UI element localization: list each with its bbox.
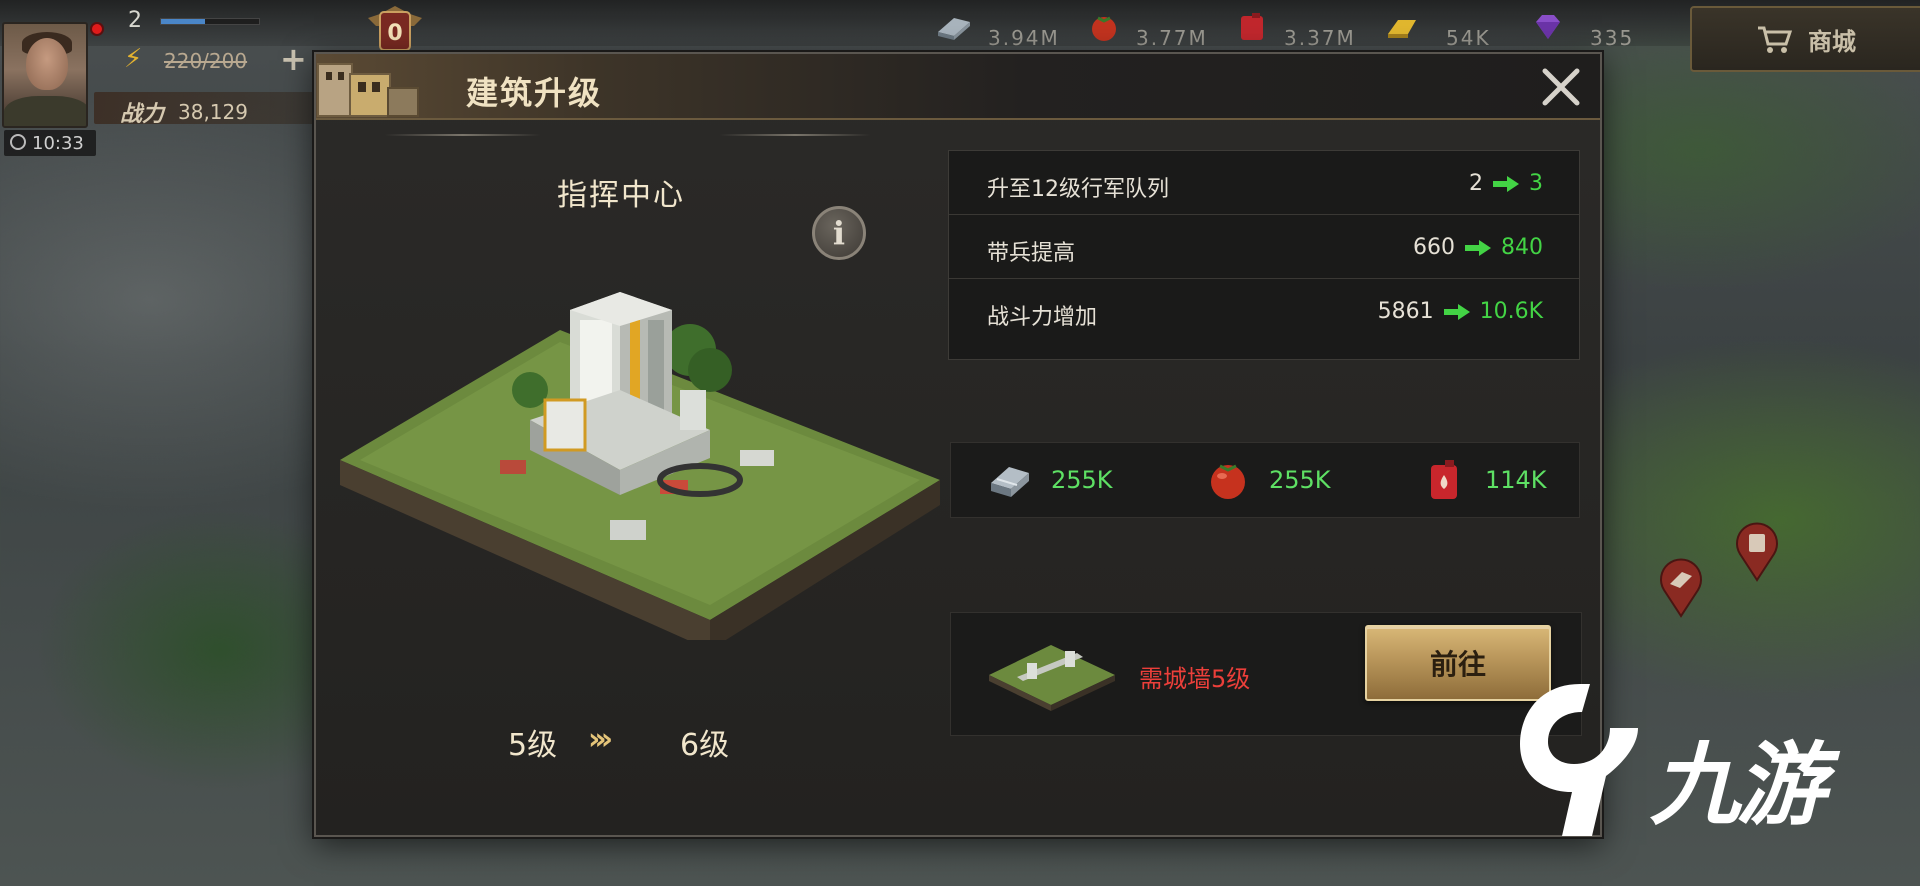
oil-amount: 3.37M	[1284, 26, 1356, 50]
steel-icon	[991, 467, 1029, 497]
cart-icon	[1758, 26, 1793, 53]
next-level: 6级	[680, 728, 730, 763]
stat-old: 2	[1469, 171, 1483, 196]
stat-row: 战斗力增加 5861 10.6K	[949, 279, 1579, 343]
clock-icon	[10, 134, 26, 150]
watermark-text: 九游	[1650, 733, 1826, 838]
arrow-right-icon	[1465, 239, 1491, 256]
add-energy-button[interactable]: +	[280, 40, 307, 78]
dialog-title: 建筑升级	[466, 74, 603, 112]
cost-value: 255K	[1269, 466, 1331, 494]
food-amount: 3.77M	[1136, 26, 1208, 50]
shop-button[interactable]: 商城	[1690, 6, 1920, 72]
xp-bar-fill	[161, 19, 206, 24]
lightning-icon: ⚡	[124, 44, 143, 74]
gem-icon	[1536, 15, 1560, 39]
cost-value: 255K	[1051, 466, 1113, 494]
notification-dot	[90, 22, 104, 36]
upgrade-stats-panel: 升至12级行军队列 2 3 带兵提高 660 840 战斗力增加 5861 10…	[948, 150, 1580, 360]
avatar-face	[26, 38, 68, 90]
arrow-right-icon	[1493, 175, 1519, 192]
stat-values: 5861 10.6K	[1378, 299, 1543, 324]
oil-icon	[1431, 460, 1457, 499]
requirement-text: 需城墙5级	[1139, 665, 1251, 693]
arrow-right-icon	[1443, 303, 1470, 320]
player-avatar[interactable]	[2, 22, 88, 128]
level-arrows-icon: ›››	[588, 722, 613, 757]
xp-bar	[160, 18, 260, 25]
steel-map-pin-icon[interactable]	[1656, 556, 1706, 618]
close-button[interactable]	[1536, 62, 1586, 112]
stat-new: 3	[1529, 171, 1543, 196]
power-label: 战力	[120, 102, 165, 127]
command-center-illustration	[340, 292, 940, 640]
player-level: 2	[128, 8, 142, 33]
oil-map-pin-icon[interactable]	[1732, 520, 1782, 582]
info-button[interactable]: i	[812, 206, 866, 260]
watermark-logo-icon	[1520, 684, 1638, 836]
gold-icon	[1388, 20, 1416, 38]
stat-label: 带兵提高	[987, 241, 1076, 266]
info-icon: i	[832, 214, 846, 252]
stat-old: 660	[1413, 235, 1455, 260]
stat-new: 840	[1501, 235, 1543, 260]
stat-values: 660 840	[1413, 235, 1543, 260]
oil-icon	[1241, 13, 1263, 40]
cost-item-steel: 255K	[987, 457, 1113, 503]
food-icon	[1092, 16, 1116, 41]
cost-item-food: 255K	[1205, 457, 1331, 503]
power-value: 38,129	[178, 100, 248, 124]
food-icon	[1211, 464, 1245, 499]
upgrade-cost-panel: 255K 255K 114K	[950, 442, 1580, 518]
timer-text: 10:33	[32, 133, 84, 154]
title-divider-left	[385, 134, 540, 136]
avatar-shoulders	[4, 96, 86, 126]
stat-row: 升至12级行军队列 2 3	[949, 151, 1579, 215]
gold-amount: 54K	[1446, 26, 1491, 50]
shop-label: 商城	[1808, 27, 1856, 56]
requirement-panel: 需城墙5级 前往	[950, 612, 1582, 736]
gem-amount: 335	[1590, 26, 1635, 50]
cost-value: 114K	[1485, 466, 1547, 494]
city-wall-icon	[989, 645, 1115, 711]
rank-value: 0	[387, 21, 402, 46]
stat-label: 升至12级行军队列	[987, 177, 1169, 202]
energy-counter: 220/200	[164, 49, 248, 73]
title-divider-right	[720, 134, 870, 136]
stat-label: 战斗力增加	[987, 305, 1098, 330]
building-header-icon	[317, 63, 419, 117]
steel-amount: 3.94M	[988, 26, 1060, 50]
close-icon	[1542, 68, 1580, 106]
dialog-header: 建筑升级	[316, 54, 1600, 120]
cost-item-oil: 114K	[1421, 457, 1547, 503]
stat-old: 5861	[1377, 299, 1434, 324]
building-name: 指挥中心	[557, 178, 685, 213]
stat-values: 2 3	[1469, 171, 1543, 196]
current-level: 5级	[508, 728, 558, 763]
steel-icon	[938, 18, 970, 40]
stat-row: 带兵提高 660 840	[949, 215, 1579, 279]
stat-new: 10.6K	[1479, 299, 1543, 324]
